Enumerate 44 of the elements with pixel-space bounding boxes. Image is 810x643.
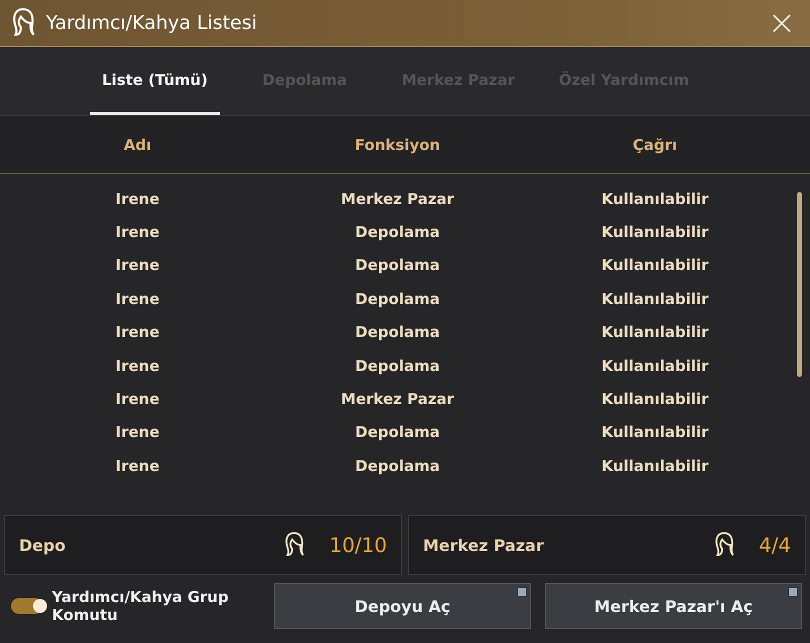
table-cell-text: Kullanılabilir xyxy=(600,256,710,274)
table-cell-text: Kullanılabilir xyxy=(600,190,710,208)
table-cell-text: Kullanılabilir xyxy=(600,223,710,242)
action-button[interactable]: Depoyu Aç xyxy=(274,583,531,629)
table-cell-text: Depolama xyxy=(354,256,441,274)
table-cell-text: Merkez Pazar xyxy=(340,190,456,208)
counter-label: Merkez Pazar xyxy=(423,536,545,554)
action-button[interactable]: Merkez Pazar'ı Aç xyxy=(545,583,802,629)
window-title: Yardımcı/Kahya Listesi xyxy=(46,12,258,34)
table-cell-text: Irene xyxy=(114,256,160,274)
table-cell-text: Depolama xyxy=(354,456,441,475)
table-cell-text: Kullanılabilir xyxy=(600,323,710,342)
table-cell-text: Depolama xyxy=(354,423,441,442)
helper-icon xyxy=(283,531,306,559)
table-cell-text: Kullanılabilir xyxy=(600,423,710,442)
table-cell-text: Irene xyxy=(114,290,160,308)
table-cell-text: Irene xyxy=(114,423,160,442)
table-cell-text: Irene xyxy=(114,223,160,242)
table-cell-text: Irene xyxy=(114,456,160,475)
counter-value: 4/4 xyxy=(758,533,791,557)
toggle-label: Yardımcı/Kahya Grup Komutu xyxy=(52,588,230,624)
table-cell-text: Kullanılabilir xyxy=(600,290,710,308)
helper-icon xyxy=(10,7,36,39)
table-cell-text: Merkez Pazar xyxy=(340,390,456,408)
table-cell-text: Kullanılabilir xyxy=(600,456,710,475)
counter-label: Depo xyxy=(19,536,67,554)
helper-icon xyxy=(712,531,735,559)
table-cell-text: Kullanılabilir xyxy=(600,390,710,408)
table-cell-text: Depolama xyxy=(354,223,441,242)
table-cell-text: Irene xyxy=(114,390,160,408)
table-cell-text: Irene xyxy=(114,190,160,208)
counter-value: 10/10 xyxy=(329,533,387,557)
table-cell-text: Depolama xyxy=(354,323,441,342)
table-cell-text: Depolama xyxy=(354,290,441,308)
table-cell-text: Irene xyxy=(114,356,160,375)
column-header: Fonksiyon xyxy=(354,136,442,154)
column-header: Çağrı xyxy=(632,136,678,154)
table-cell-text: Kullanılabilir xyxy=(600,356,710,375)
table-cell-text: Depolama xyxy=(354,356,441,375)
scrollbar[interactable] xyxy=(797,192,802,377)
column-header: Adı xyxy=(122,136,152,154)
table-cell-text: Irene xyxy=(114,323,160,342)
toggle-switch[interactable] xyxy=(10,597,44,615)
close-button[interactable]: × xyxy=(764,6,800,40)
